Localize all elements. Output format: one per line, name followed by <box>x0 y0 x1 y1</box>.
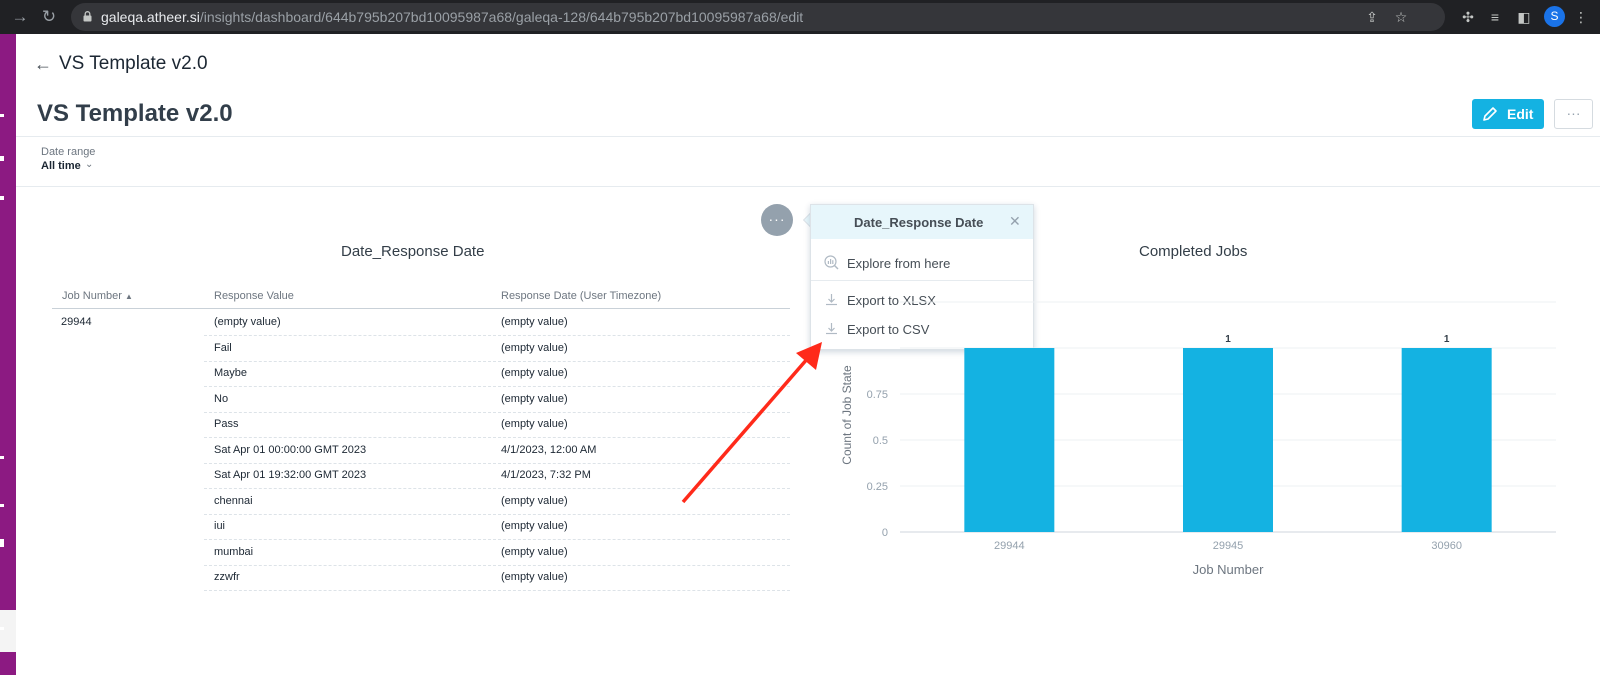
extensions-icon[interactable]: ✣ <box>1459 8 1477 26</box>
sidebar-nav-icon[interactable] <box>0 456 4 459</box>
edit-button[interactable]: Edit <box>1472 99 1544 129</box>
row-divider <box>204 335 790 336</box>
column-header-response-value[interactable]: Response Value <box>214 290 294 302</box>
chart-bar <box>1183 348 1273 532</box>
divider <box>16 186 1600 187</box>
response-value-cell: Fail <box>214 341 232 354</box>
sidebar-nav-icon[interactable] <box>0 114 4 117</box>
response-value-cell: Sat Apr 01 19:32:00 GMT 2023 <box>214 469 367 481</box>
date-range-label: Date range <box>41 146 96 158</box>
reload-icon[interactable]: ↻ <box>38 6 60 28</box>
y-tick-label: 0 <box>882 527 888 539</box>
x-tick-label: 30960 <box>1431 540 1462 552</box>
response-date-cell: (empty value) <box>501 571 568 583</box>
response-value-cell: Pass <box>214 418 239 430</box>
table-header-divider <box>52 308 790 309</box>
sidebar-nav-icon[interactable] <box>0 627 4 630</box>
sidebar-nav-icon[interactable] <box>0 504 4 507</box>
response-date-cell: (empty value) <box>501 341 568 354</box>
side-panel-icon[interactable]: ◧ <box>1515 8 1533 26</box>
url-text[interactable]: galeqa.atheer.si/insights/dashboard/644b… <box>101 9 803 25</box>
pencil-icon <box>1483 107 1497 121</box>
response-value-cell: Sat Apr 01 00:00:00 GMT 2023 <box>214 443 367 456</box>
row-divider <box>204 360 790 362</box>
response-value-cell: (empty value) <box>214 316 281 328</box>
bookmark-star-icon[interactable]: ☆ <box>1393 9 1409 25</box>
row-divider <box>204 590 790 591</box>
column-header-label: Job Number <box>62 290 122 302</box>
response-date-cell: (empty value) <box>501 418 568 430</box>
date-range-value[interactable]: All time <box>41 160 81 172</box>
row-divider <box>204 564 790 566</box>
x-axis-label: Job Number <box>1193 562 1264 577</box>
response-date-cell: 4/1/2023, 7:32 PM <box>501 469 591 481</box>
sidebar-nav-icon[interactable] <box>0 539 4 547</box>
widget-options-button[interactable]: ··· <box>761 204 793 236</box>
forward-icon[interactable]: → <box>9 6 31 28</box>
share-icon[interactable]: ⇪ <box>1364 9 1380 25</box>
sidebar-nav-icon[interactable] <box>0 196 4 200</box>
url-host: galeqa.atheer.si <box>101 9 200 25</box>
y-tick-label: 0.5 <box>873 435 888 447</box>
row-divider <box>204 488 790 489</box>
chart-bar <box>1401 348 1492 532</box>
column-header-job-number[interactable]: Job Number ▲ <box>62 290 133 302</box>
y-axis-label: Count of Job State <box>840 365 854 465</box>
row-divider <box>204 386 790 387</box>
response-date-cell: (empty value) <box>501 316 568 328</box>
response-value-cell: iui <box>214 520 226 532</box>
back-arrow-icon[interactable]: ← <box>34 54 52 75</box>
table-widget-title: Date_Response Date <box>341 243 485 260</box>
x-tick-label: 29944 <box>994 540 1025 552</box>
url-path: /insights/dashboard/644b795b207bd1009598… <box>199 9 804 25</box>
breadcrumb-title: VS Template v2.0 <box>59 53 208 74</box>
sidebar-nav-icon[interactable] <box>0 156 4 161</box>
response-value-cell: No <box>214 392 229 405</box>
browser-menu-icon[interactable]: ⋮ <box>1572 8 1590 26</box>
divider <box>16 136 1600 137</box>
sidebar-active-item[interactable] <box>0 610 16 652</box>
row-divider <box>204 539 790 540</box>
response-value-cell: Maybe <box>214 367 248 379</box>
response-date-cell: 4/1/2023, 12:00 AM <box>501 443 597 456</box>
response-value-cell: zzwfr <box>214 571 240 583</box>
media-control-icon[interactable]: ≡ <box>1486 8 1504 26</box>
more-options-button[interactable]: ··· <box>1554 99 1593 129</box>
response-date-cell: (empty value) <box>501 367 568 379</box>
response-value-cell: mumbai <box>214 545 254 558</box>
x-tick-label: 29945 <box>1213 540 1244 552</box>
completed-jobs-chart: 0 0.25 0.5 0.75 29944 29945 30960 1 1 Job Number C… <box>840 301 1556 577</box>
profile-avatar[interactable]: S <box>1544 6 1565 27</box>
row-divider <box>204 513 790 515</box>
lock-icon <box>83 11 92 22</box>
response-date-cell: (empty value) <box>501 520 568 532</box>
data-label: 1 <box>1225 334 1231 345</box>
response-date-cell: (empty value) <box>501 392 568 405</box>
chevron-down-icon[interactable]: ⌄ <box>85 159 93 170</box>
sort-ascending-icon: ▲ <box>124 292 133 301</box>
response-date-cell: (empty value) <box>501 494 568 507</box>
y-tick-label: 0.25 <box>867 481 888 493</box>
edit-button-label: Edit <box>1507 106 1534 122</box>
response-date-cell: (empty value) <box>501 545 568 558</box>
page-title: VS Template v2.0 <box>37 100 233 127</box>
address-bar[interactable]: galeqa.atheer.si/insights/dashboard/644b… <box>71 3 1445 31</box>
row-divider <box>204 437 790 438</box>
response-value-cell: chennai <box>214 494 253 507</box>
row-divider <box>204 411 790 413</box>
row-divider <box>204 462 790 464</box>
chart-bar <box>964 348 1055 532</box>
job-number-cell: 29944 <box>61 316 92 328</box>
data-label: 1 <box>1444 334 1450 345</box>
column-header-response-date[interactable]: Response Date (User Timezone) <box>501 290 661 302</box>
y-tick-label: 0.75 <box>867 389 888 401</box>
app-sidebar <box>0 34 16 675</box>
browser-toolbar: → ↻ galeqa.atheer.si/insights/dashboard/… <box>0 0 1600 34</box>
